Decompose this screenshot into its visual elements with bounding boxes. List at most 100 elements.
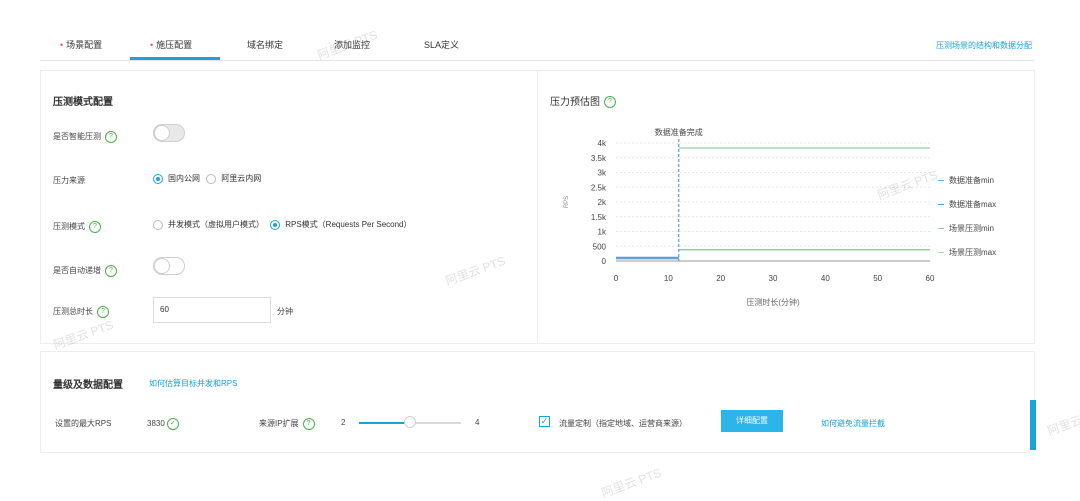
y-tick-label: 1k xyxy=(598,228,607,237)
auto-increase-label: 是否自动递增? xyxy=(53,265,117,277)
duration-label-text: 压测总时长 xyxy=(53,307,93,317)
radio-aliyun-intranet[interactable]: 阿里云内网 xyxy=(206,173,261,184)
traffic-custom-checkbox[interactable]: ✓ xyxy=(539,416,550,427)
legend-label: 数据准备max xyxy=(949,200,997,209)
scene-structure-link[interactable]: 压测场景的结构和数据分配 xyxy=(936,40,1032,51)
legend-swatch xyxy=(938,204,944,206)
y-tick-label: 500 xyxy=(593,242,607,251)
y-tick-label: 3.5k xyxy=(591,154,607,163)
ip-expand-label: 来源IP扩展? xyxy=(259,418,315,430)
help-icon[interactable]: ? xyxy=(302,418,315,430)
detail-config-button[interactable]: 详细配置 xyxy=(721,410,783,432)
y-tick-label: 3k xyxy=(598,169,607,178)
smart-test-label-text: 是否智能压测 xyxy=(53,132,101,142)
legend-item[interactable]: 数据准备max xyxy=(938,199,996,210)
load-source-label: 压力来源 xyxy=(53,176,85,185)
smart-test-toggle[interactable] xyxy=(153,124,185,142)
chart-grid xyxy=(616,142,930,262)
side-scroll-handle[interactable] xyxy=(1030,400,1036,450)
watermark: 阿里云 PTS xyxy=(599,465,664,501)
chart-panel: 压力预估图? 0 500 1k 1.5k 2k 2.5k 3k 3.5k 4k 0 10 20 30 40… xyxy=(537,70,1035,344)
x-tick-label: 10 xyxy=(664,274,673,283)
legend-label: 场景压测min xyxy=(949,224,994,233)
radio-concurrency-mode[interactable]: 并发模式（虚拟用户模式） xyxy=(153,219,264,230)
help-icon[interactable]: ? xyxy=(97,306,109,318)
legend-label: 数据准备min xyxy=(949,176,994,185)
radio-dot xyxy=(206,173,217,184)
y-tick-label: 2.5k xyxy=(591,183,607,192)
radio-label: 国内公网 xyxy=(168,174,200,183)
legend-item[interactable]: 场景压测max xyxy=(938,247,996,258)
duration-unit: 分钟 xyxy=(277,307,293,316)
x-tick-label: 60 xyxy=(926,274,935,283)
x-tick-label: 40 xyxy=(821,274,830,283)
legend-swatch xyxy=(938,180,944,182)
load-estimate-chart: 0 500 1k 1.5k 2k 2.5k 3k 3.5k 4k 0 10 20 30 40 50 60 数据… xyxy=(564,127,935,307)
test-mode-label-text: 压测模式 xyxy=(53,222,85,232)
radio-dot xyxy=(270,219,281,230)
y-tick-label: 4k xyxy=(598,139,607,148)
watermark: 阿里云 PTS xyxy=(1045,404,1080,439)
radio-dot xyxy=(153,219,163,230)
test-mode-radio-group: 并发模式（虚拟用户模式） RPS模式（Requests Per Second） xyxy=(153,219,416,230)
test-mode-label: 压测模式? xyxy=(53,221,101,233)
tab-load-config[interactable]: • 施压配置 xyxy=(150,38,192,51)
radio-label: 阿里云内网 xyxy=(221,174,262,183)
ip-slider-fill xyxy=(359,422,410,424)
legend-swatch xyxy=(938,252,944,254)
data-ready-annotation: 数据准备完成 xyxy=(655,127,703,137)
mode-config-title: 压测模式配置 xyxy=(53,97,113,108)
load-source-radio-group: 国内公网 阿里云内网 xyxy=(153,173,265,184)
traffic-custom-label: 流量定制（指定地域、运营商来源） xyxy=(559,419,687,428)
ip-slider-max: 4 xyxy=(475,418,480,427)
help-icon[interactable]: ? xyxy=(105,265,117,277)
ip-slider-track[interactable] xyxy=(359,416,461,428)
y-axis-label: RPS xyxy=(564,196,570,208)
estimate-rps-link[interactable]: 如何估算目标并发和RPS xyxy=(149,378,237,389)
radio-rps-mode[interactable]: RPS模式（Requests Per Second） xyxy=(270,219,412,230)
radio-dot xyxy=(153,173,163,184)
avoid-traffic-block-link[interactable]: 如何避免流量拦截 xyxy=(821,418,885,429)
tab-add-monitor[interactable]: 添加监控 xyxy=(334,38,370,51)
tab-domain-binding[interactable]: 域名绑定 xyxy=(247,38,283,51)
x-tick-label: 30 xyxy=(769,274,778,283)
x-axis-label: 压测时长(分钟) xyxy=(746,297,800,307)
smart-test-label: 是否智能压测? xyxy=(53,131,117,143)
tab-label: 添加监控 xyxy=(334,40,371,50)
toggle-knob xyxy=(154,125,170,141)
max-rps-label: 设置的最大RPS xyxy=(55,419,112,428)
scale-config-title: 量级及数据配置 xyxy=(53,380,123,391)
tab-label: 施压配置 xyxy=(156,40,193,50)
ip-slider-handle[interactable] xyxy=(404,416,416,428)
tab-label: SLA定义 xyxy=(424,40,460,50)
tab-scene-config[interactable]: • 场景配置 xyxy=(60,38,102,51)
help-icon[interactable]: ? xyxy=(89,221,101,233)
required-marker: • xyxy=(150,40,154,50)
scale-config-panel: 量级及数据配置 如何估算目标并发和RPS 设置的最大RPS 3830 ✓ 来源IP… xyxy=(40,351,1035,453)
tab-sla-definition[interactable]: SLA定义 xyxy=(424,38,459,51)
duration-input[interactable]: 60 xyxy=(153,297,271,323)
y-tick-label: 0 xyxy=(602,257,607,266)
x-tick-label: 0 xyxy=(614,274,619,283)
max-rps-value: 3830 ✓ xyxy=(147,418,179,430)
tabs-divider xyxy=(40,60,1034,61)
y-tick-label: 2k xyxy=(598,198,607,207)
required-marker: • xyxy=(60,40,64,50)
chart-series xyxy=(616,147,930,260)
help-icon[interactable]: ? xyxy=(105,131,117,143)
check-circle-icon: ✓ xyxy=(166,418,179,430)
auto-increase-toggle[interactable] xyxy=(153,257,185,275)
ip-slider-min: 2 xyxy=(341,418,346,427)
x-tick-label: 20 xyxy=(716,274,725,283)
legend-item[interactable]: 数据准备min xyxy=(938,175,994,186)
legend-item[interactable]: 场景压测min xyxy=(938,223,994,234)
toggle-knob xyxy=(154,258,170,274)
legend-label: 场景压测max xyxy=(949,248,997,257)
duration-label: 压测总时长? xyxy=(53,306,109,318)
radio-public-network[interactable]: 国内公网 xyxy=(153,173,200,184)
radio-label: RPS模式（Requests Per Second） xyxy=(285,220,412,229)
auto-increase-label-text: 是否自动递增 xyxy=(53,266,101,276)
mode-config-panel: 压测模式配置 是否智能压测? 压力来源 国内公网 阿里云内网 压测模式? 并发模… xyxy=(40,70,538,344)
y-tick-label: 1.5k xyxy=(591,213,607,222)
ip-expand-label-text: 来源IP扩展 xyxy=(259,419,299,429)
